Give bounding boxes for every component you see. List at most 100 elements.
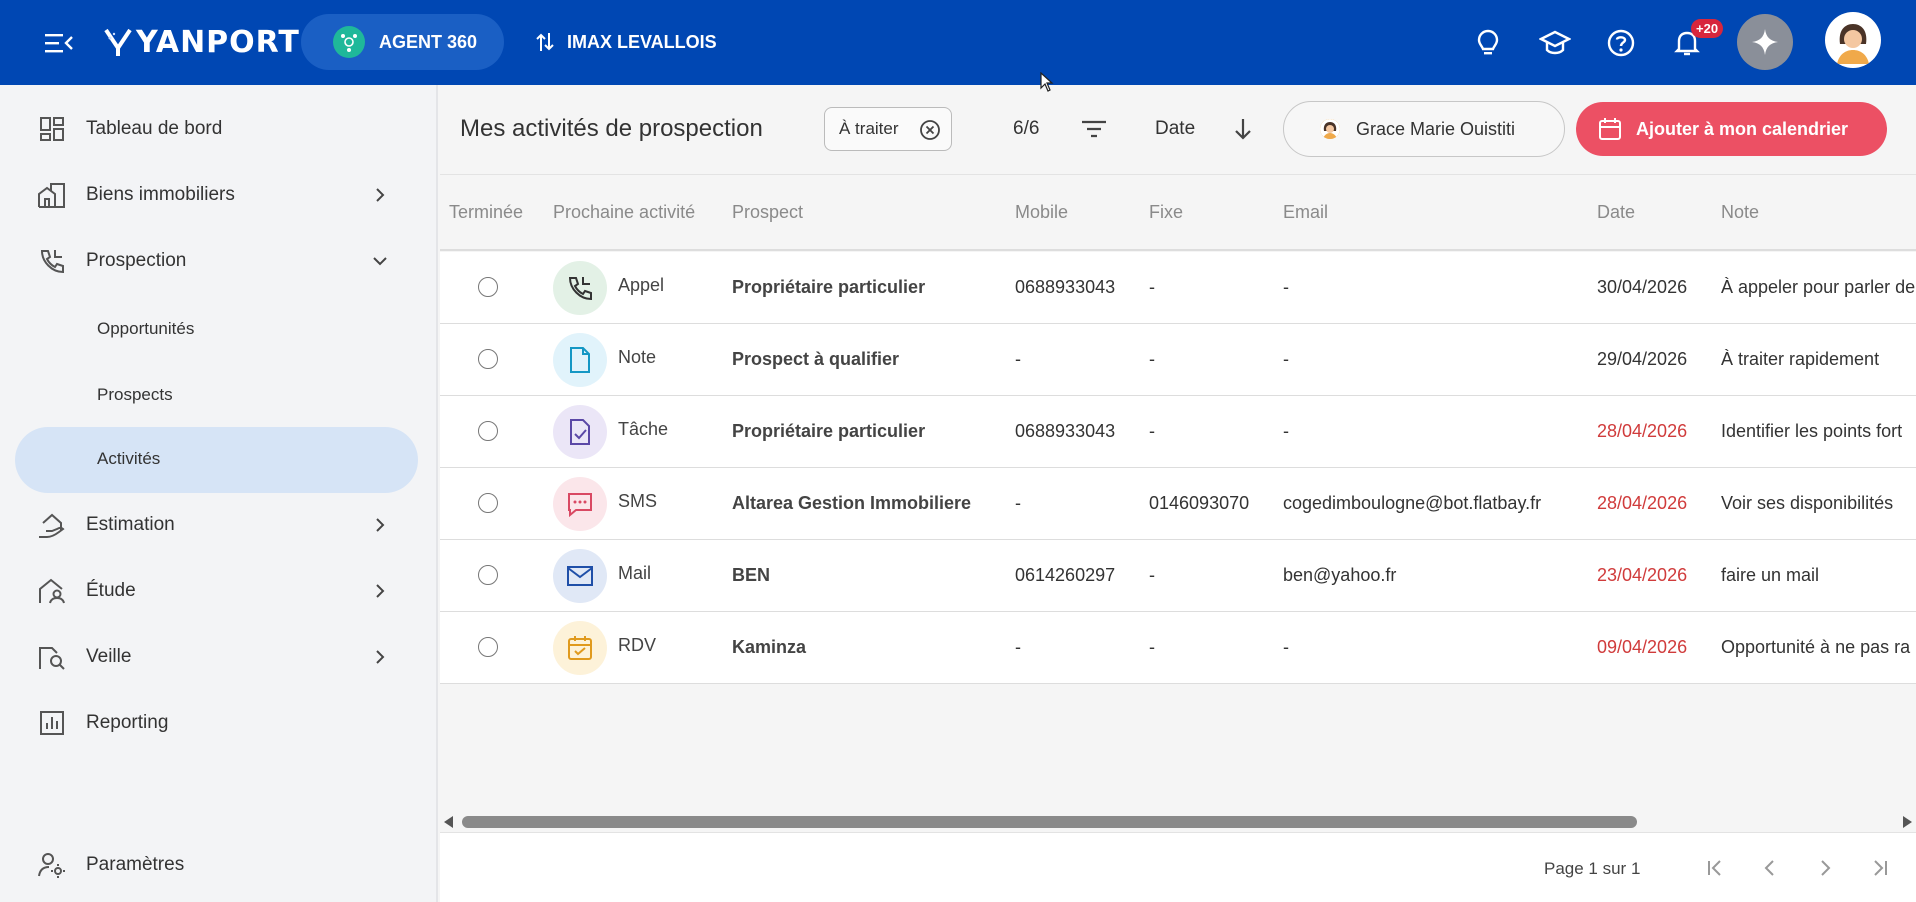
first-page-icon[interactable] [1700, 853, 1730, 883]
date-value: 09/04/2026 [1597, 637, 1688, 657]
agent-icon [333, 26, 365, 58]
sidebar-item-label: Reporting [86, 712, 169, 733]
last-page-icon[interactable] [1865, 853, 1895, 883]
mobile-value: 0614260297 [1015, 565, 1116, 585]
agency-switcher[interactable]: IMAX LEVALLOIS [535, 26, 717, 58]
prospect-name[interactable]: Propriétaire particulier [732, 277, 925, 298]
brand-logo[interactable]: YANPORT [104, 22, 300, 62]
activity-type: Appel [618, 275, 665, 295]
prospect-name[interactable]: BEN [732, 565, 770, 586]
note-value: Opportunité à ne pas ra [1721, 637, 1911, 657]
column-header-prospect[interactable]: Prospect [732, 202, 803, 223]
fixe-value: - [1149, 421, 1155, 441]
table-row[interactable]: RDV Kaminza - - - 09/04/2026 Opportunité… [440, 612, 1916, 684]
fixe-value: - [1149, 565, 1155, 585]
sidebar-item-dashboard[interactable]: Tableau de bord [0, 101, 438, 157]
table-row[interactable]: Mail BEN 0614260297 - ben@yahoo.fr 23/04… [440, 540, 1916, 612]
prospect-name[interactable]: Prospect à qualifier [732, 349, 899, 370]
date-value: 28/04/2026 [1597, 421, 1688, 441]
sparkle-icon[interactable] [1737, 14, 1793, 70]
fixe-value: - [1149, 277, 1155, 297]
next-page-icon[interactable] [1810, 853, 1840, 883]
table-row[interactable]: Appel Propriétaire particulier 068893304… [440, 252, 1916, 324]
sidebar-subitem-opportunites[interactable]: Opportunités [0, 301, 438, 357]
prospect-name[interactable]: Kaminza [732, 637, 806, 658]
email-value: ben@yahoo.fr [1283, 565, 1397, 585]
sidebar-item-parametres[interactable]: Paramètres [0, 837, 438, 893]
user-filter-button[interactable]: Grace Marie Ouistiti [1283, 101, 1565, 157]
sidebar-item-prospection[interactable]: Prospection [0, 233, 438, 289]
scroll-left-icon[interactable] [444, 816, 453, 828]
user-filter-label: Grace Marie Ouistiti [1356, 118, 1516, 139]
horizontal-scrollbar[interactable] [440, 812, 1916, 832]
email-value: - [1283, 277, 1289, 297]
table-row[interactable]: SMS Altarea Gestion Immobiliere - 014609… [440, 468, 1916, 540]
date-value: 30/04/2026 [1597, 277, 1688, 297]
sidebar-subitem-prospects[interactable]: Prospects [0, 367, 438, 423]
sidebar-item-biens[interactable]: Biens immobiliers [0, 167, 438, 223]
chevron-right-icon [370, 515, 390, 535]
add-to-calendar-button[interactable]: Ajouter à mon calendrier [1576, 102, 1887, 156]
email-value: cogedimboulogne@bot.flatbay.fr [1283, 493, 1542, 513]
close-icon[interactable] [919, 119, 941, 141]
brand-name: YANPORT [136, 24, 300, 60]
calendar-check-icon [553, 621, 607, 675]
sidebar-item-estimation[interactable]: Estimation [0, 497, 438, 553]
done-radio[interactable] [478, 277, 498, 297]
arrow-down-icon[interactable] [1227, 113, 1259, 145]
content-header: Mes activités de prospection À traiter 6… [440, 85, 1916, 175]
top-bar: YANPORT AGENT 360 IMAX LEVALLOIS +20 [0, 0, 1916, 85]
mobile-value: - [1015, 637, 1021, 657]
table-row[interactable]: Tâche Propriétaire particulier 068893304… [440, 396, 1916, 468]
graduation-cap-icon[interactable] [1536, 24, 1574, 62]
filter-chip[interactable]: À traiter [824, 107, 952, 151]
phone-icon [553, 261, 607, 315]
lightbulb-icon[interactable] [1469, 24, 1507, 62]
column-header-fixe[interactable]: Fixe [1149, 202, 1183, 223]
mobile-value: - [1015, 493, 1021, 513]
column-header-date[interactable]: Date [1597, 202, 1635, 223]
chevron-right-icon [370, 647, 390, 667]
sidebar-subitem-activites[interactable]: Activités [0, 427, 438, 493]
scroll-right-icon[interactable] [1903, 816, 1912, 828]
table-header: Terminée Prochaine activité Prospect Mob… [440, 175, 1916, 251]
agent-360-button[interactable]: AGENT 360 [301, 14, 504, 70]
previous-page-icon[interactable] [1755, 853, 1785, 883]
column-header-mobile[interactable]: Mobile [1015, 202, 1068, 223]
house-user-icon [37, 576, 67, 606]
note-value: Voir ses disponibilités [1721, 493, 1894, 513]
sidebar-item-label: Étude [86, 580, 136, 601]
prospect-name[interactable]: Altarea Gestion Immobiliere [732, 493, 971, 514]
agency-label: IMAX LEVALLOIS [567, 31, 717, 52]
menu-icon[interactable] [44, 28, 74, 58]
column-header-terminee[interactable]: Terminée [449, 202, 523, 223]
column-header-email[interactable]: Email [1283, 202, 1328, 223]
agent-label: AGENT 360 [379, 31, 478, 52]
avatar[interactable] [1825, 12, 1881, 68]
sidebar-item-veille[interactable]: Veille [0, 629, 438, 685]
note-value: Identifier les points fort [1721, 421, 1903, 441]
scrollbar-thumb[interactable] [462, 816, 1637, 828]
fixe-value: - [1149, 349, 1155, 369]
column-header-note[interactable]: Note [1721, 202, 1759, 223]
mail-icon [553, 549, 607, 603]
house-hand-icon [37, 510, 67, 540]
mobile-value: - [1015, 349, 1021, 369]
chart-icon [37, 708, 67, 738]
done-radio[interactable] [478, 421, 498, 441]
table-row[interactable]: Note Prospect à qualifier - - - 29/04/20… [440, 324, 1916, 396]
sidebar-item-reporting[interactable]: Reporting [0, 695, 438, 751]
filter-icon[interactable] [1078, 113, 1110, 145]
column-header-prochaine-activite[interactable]: Prochaine activité [553, 202, 695, 223]
done-radio[interactable] [478, 349, 498, 369]
done-radio[interactable] [478, 493, 498, 513]
fixe-value: 0146093070 [1149, 493, 1250, 513]
notification-badge: +20 [1691, 19, 1724, 38]
prospect-name[interactable]: Propriétaire particulier [732, 421, 925, 442]
done-radio[interactable] [478, 637, 498, 657]
sidebar-item-etude[interactable]: Étude [0, 563, 438, 619]
help-icon[interactable] [1602, 24, 1640, 62]
filter-chip-label: À traiter [839, 119, 899, 138]
done-radio[interactable] [478, 565, 498, 585]
sort-field[interactable]: Date [1155, 118, 1195, 140]
